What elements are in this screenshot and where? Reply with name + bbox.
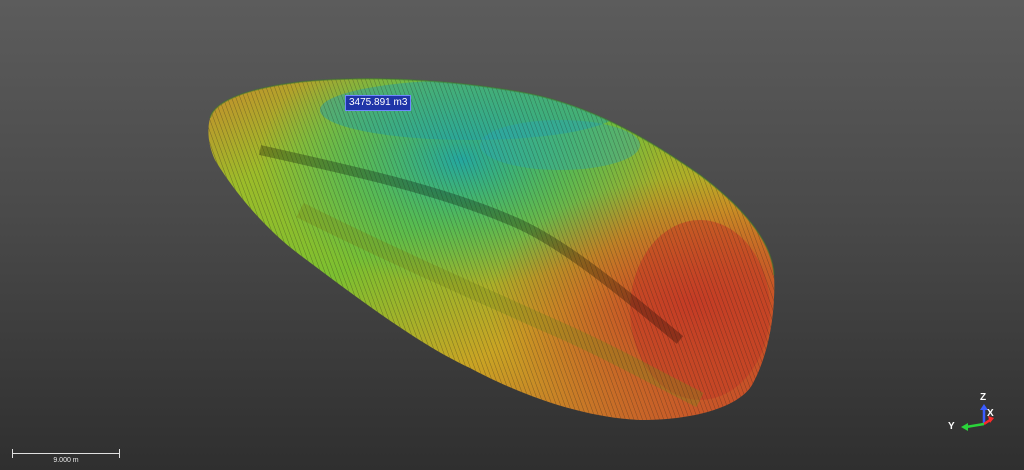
- axis-z-label: Z: [980, 392, 987, 403]
- axis-orientation-gizmo: Z X Y: [940, 392, 1000, 440]
- scale-bar-line: [12, 453, 120, 454]
- scale-bar: 9.000 m: [12, 448, 122, 468]
- surface-body: [208, 78, 775, 420]
- 3d-viewport[interactable]: 3475.891 m3 9.000 m Z X Y: [0, 0, 1024, 470]
- point-cloud-surface[interactable]: [0, 0, 1024, 470]
- scale-bar-label: 9.000 m: [53, 457, 79, 464]
- axis-x-label: X: [987, 408, 994, 419]
- volume-annotation-label: 3475.891 m3: [345, 95, 412, 111]
- axis-y-label: Y: [948, 421, 955, 432]
